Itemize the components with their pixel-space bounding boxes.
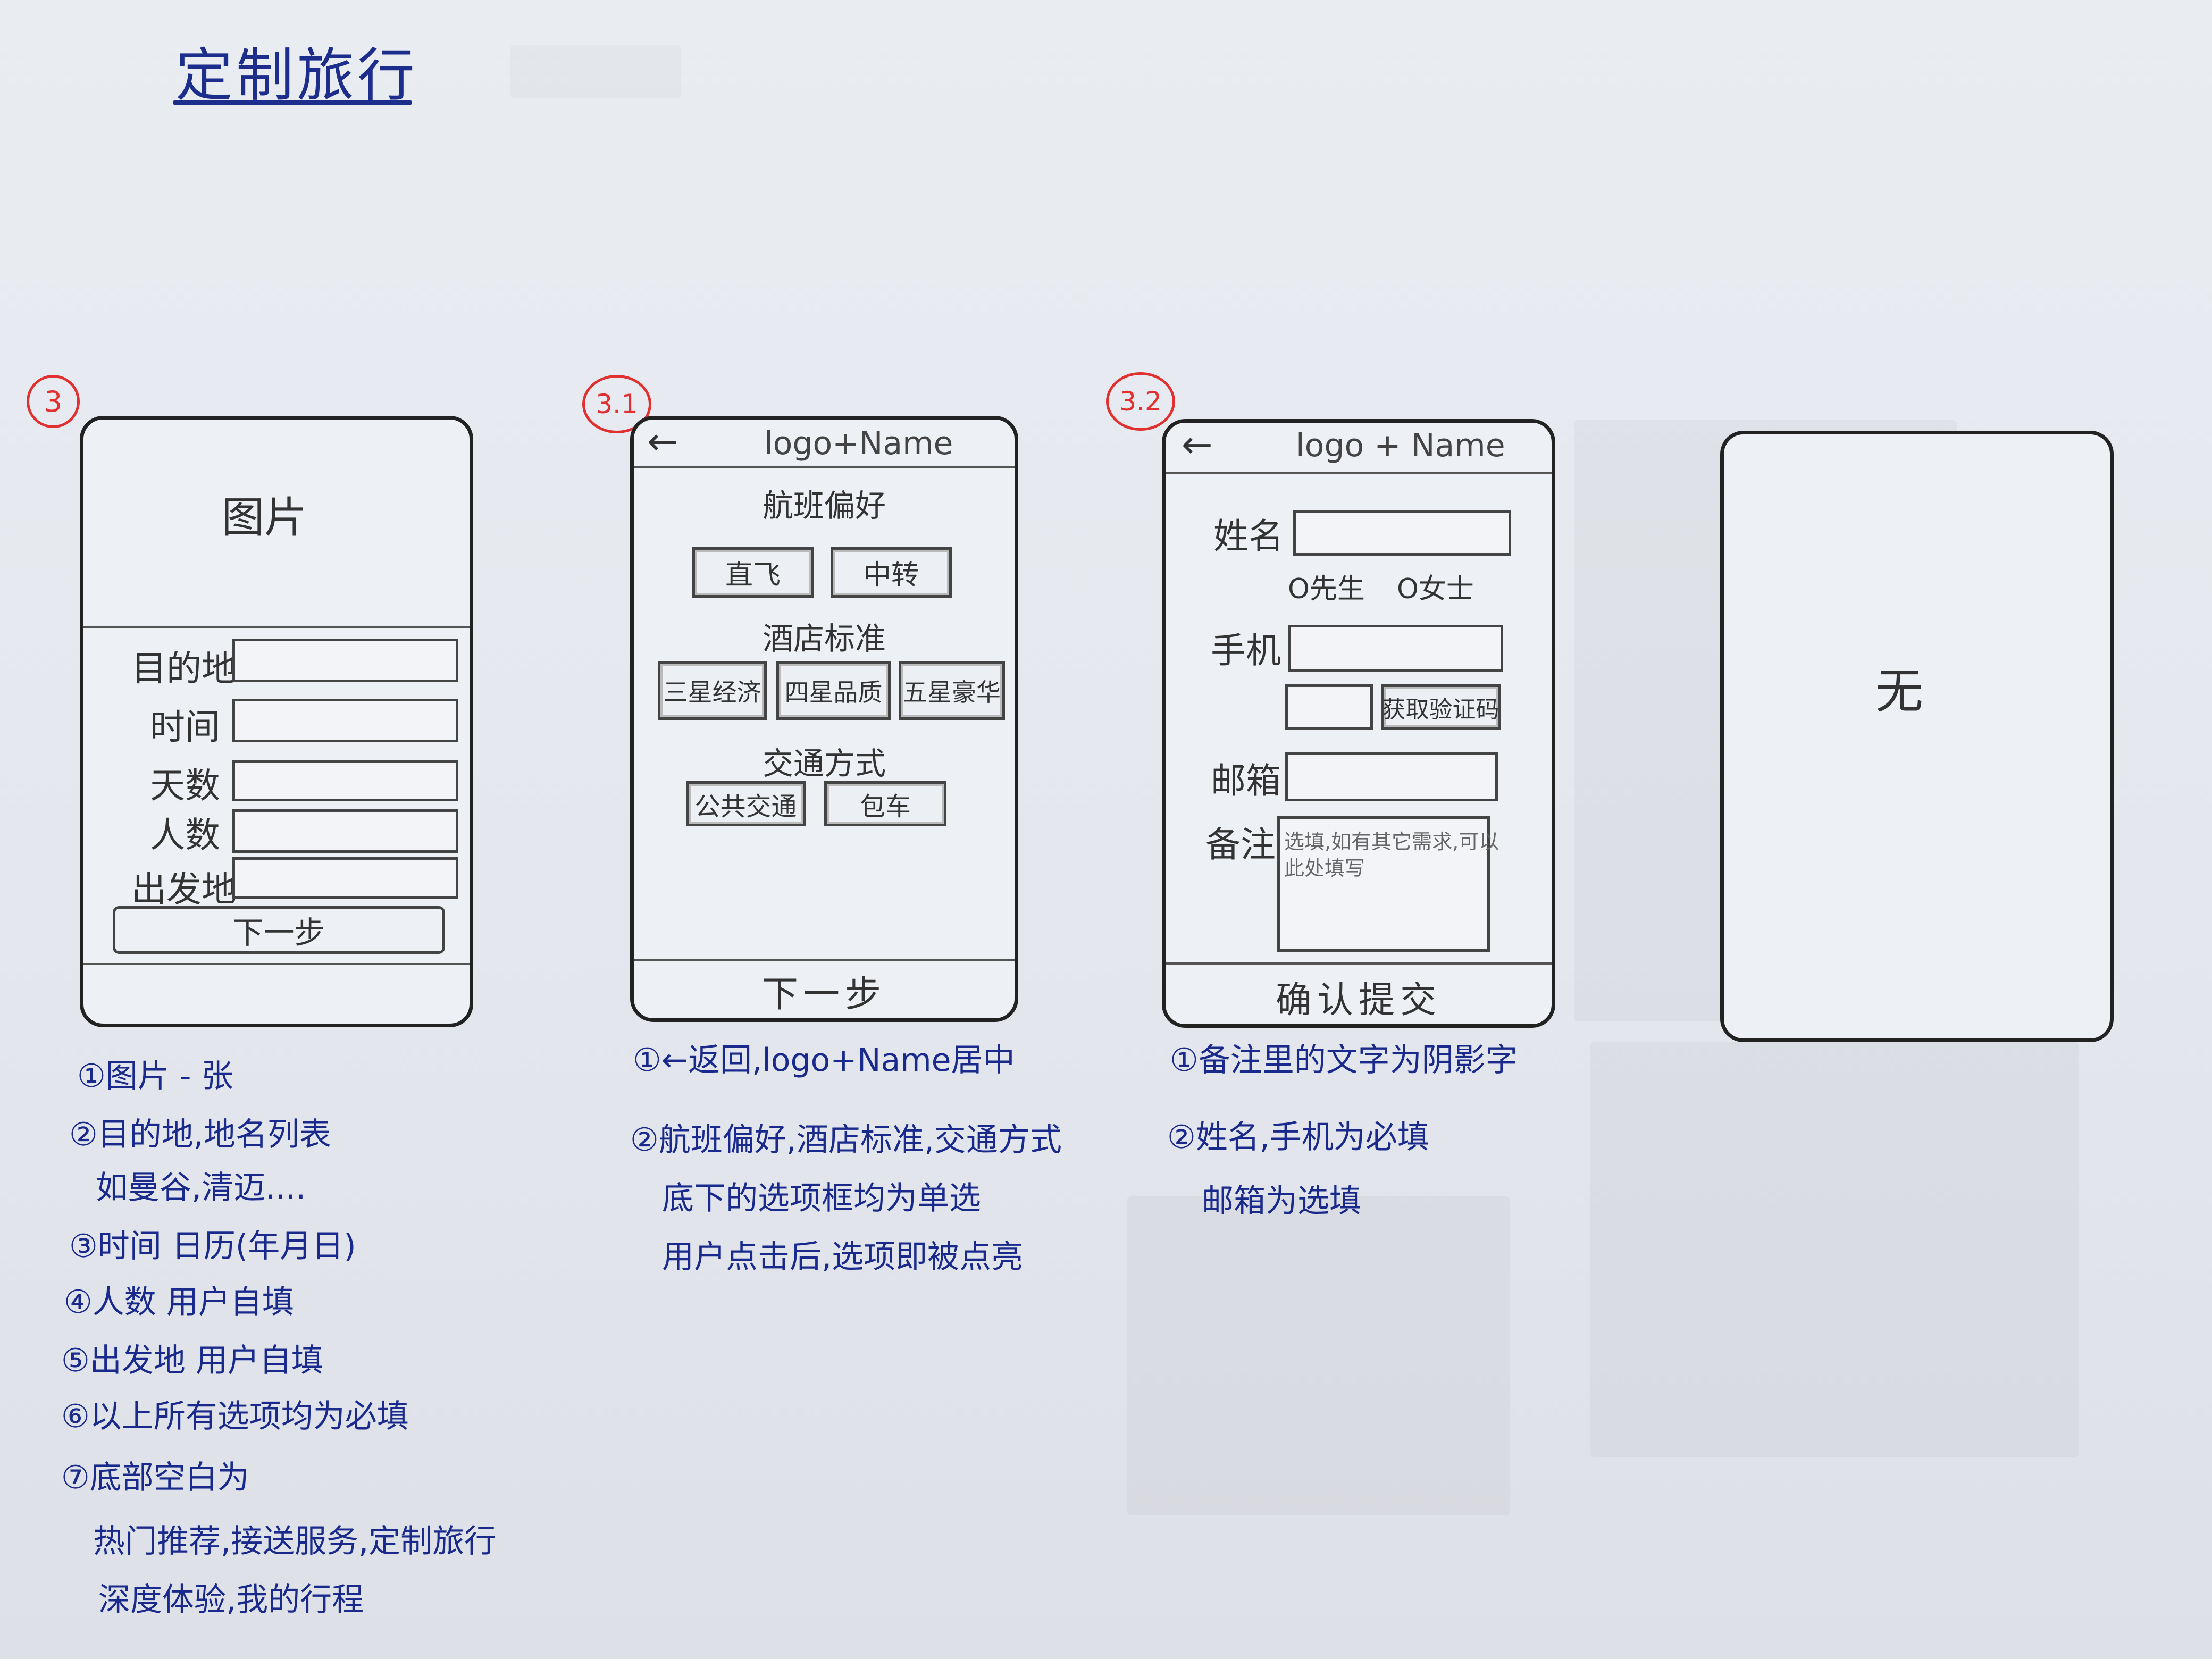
image-placeholder-label: 图片	[222, 493, 307, 542]
destination-input[interactable]	[232, 639, 458, 682]
note-s3-4: ③时间 日历(年月日)	[69, 1228, 356, 1265]
field-label-destination: 目的地	[131, 648, 237, 689]
people-input[interactable]	[232, 809, 458, 853]
phone-label: 手机	[1211, 630, 1281, 671]
field-label-days: 天数	[150, 765, 220, 806]
next-step-button[interactable]: 下一步	[113, 906, 445, 954]
option-4-star[interactable]: 四星品质	[776, 661, 891, 720]
email-input[interactable]	[1285, 752, 1498, 801]
hotel-standard-title: 酒店标准	[762, 621, 886, 657]
screen-4-phone: 无	[1720, 431, 2114, 1042]
note-s3-9: 热门推荐,接送服务,定制旅行	[93, 1523, 497, 1560]
option-5-star[interactable]: 五星豪华	[899, 661, 1005, 720]
note-s3-3: 如曼谷,清迈....	[96, 1169, 306, 1206]
bottom-divider	[1166, 962, 1552, 965]
back-arrow-icon[interactable]: ←	[647, 420, 678, 463]
ghost-title-mark	[510, 45, 681, 98]
email-label: 邮箱	[1211, 760, 1281, 801]
name-input[interactable]	[1293, 510, 1511, 556]
screen-3-2-phone: ← logo + Name 姓名 O先生 O女士 手机 获取验证码 邮箱 备注 …	[1162, 419, 1555, 1028]
note-s3-8: ⑦底部空白为	[61, 1459, 249, 1496]
note-s31-4: 用户点击后,选项即被点亮	[662, 1238, 1024, 1276]
remark-placeholder-1: 选填,如有其它需求,可以	[1284, 830, 1499, 853]
days-input[interactable]	[232, 760, 458, 801]
time-input[interactable]	[232, 699, 458, 742]
header-divider	[1166, 472, 1552, 474]
option-direct-flight[interactable]: 直飞	[692, 547, 814, 598]
option-3-star[interactable]: 三星经济	[658, 661, 767, 720]
confirm-submit-button[interactable]: 确认提交	[1166, 970, 1552, 1023]
bottom-divider	[83, 963, 470, 965]
departure-input[interactable]	[232, 857, 458, 899]
note-s31-2: ②航班偏好,酒店标准,交通方式	[630, 1121, 1062, 1159]
note-s3-2: ②目的地,地名列表	[69, 1116, 331, 1153]
header-logo-name: logo+Name	[764, 425, 953, 462]
phone-input[interactable]	[1288, 625, 1503, 672]
back-arrow-icon[interactable]: ←	[1182, 423, 1213, 466]
note-s3-10: 深度体验,我的行程	[98, 1581, 364, 1619]
option-public-transport[interactable]: 公共交通	[686, 781, 806, 826]
paper-ghost-notes-2	[1127, 1196, 1510, 1515]
paper-ghost-notes	[1590, 1042, 2079, 1457]
note-s3-7: ⑥以上所有选项均为必填	[61, 1398, 409, 1435]
option-chartered-car[interactable]: 包车	[824, 781, 946, 826]
header-logo-name: logo + Name	[1296, 427, 1505, 464]
note-s3-6: ⑤出发地 用户自填	[61, 1342, 323, 1379]
screen-3-number: 3	[27, 375, 80, 428]
remark-placeholder-2: 此处填写	[1284, 857, 1365, 880]
get-code-button[interactable]: 获取验证码	[1381, 684, 1501, 730]
flight-preference-title: 航班偏好	[762, 488, 886, 524]
remark-textarea[interactable]: 选填,如有其它需求,可以 此处填写	[1277, 816, 1499, 952]
gender-radio-male[interactable]: O先生	[1288, 566, 1365, 606]
field-label-time: 时间	[150, 707, 220, 748]
note-s32-1: ①备注里的文字为阴影字	[1170, 1042, 1518, 1079]
option-transfer[interactable]: 中转	[831, 547, 952, 598]
next-step-button[interactable]: 下一步	[634, 965, 1015, 1017]
gender-radio-female[interactable]: O女士	[1397, 566, 1474, 606]
note-s3-5: ④人数 用户自填	[64, 1284, 294, 1321]
note-s31-1: ①←返回,logo+Name居中	[633, 1042, 1015, 1079]
note-s31-3: 底下的选项框均为单选	[662, 1180, 981, 1217]
transport-title: 交通方式	[762, 745, 886, 782]
empty-content-label: 无	[1875, 664, 1923, 719]
screen-3-2-number: 3.2	[1106, 372, 1175, 431]
title-underline	[173, 100, 412, 105]
bottom-divider	[634, 959, 1015, 961]
screen-3-1-phone: ← logo+Name 航班偏好 直飞 中转 酒店标准 三星经济 四星品质 五星…	[630, 416, 1018, 1022]
note-s32-3: 邮箱为选填	[1202, 1183, 1361, 1220]
remark-label: 备注	[1205, 824, 1276, 865]
image-divider	[83, 626, 470, 628]
note-s3-1: ①图片 - 张	[77, 1058, 233, 1095]
note-s32-2: ②姓名,手机为必填	[1167, 1119, 1429, 1156]
field-label-people: 人数	[150, 815, 220, 856]
field-label-departure: 出发地	[131, 869, 237, 910]
verification-code-input[interactable]	[1285, 684, 1373, 730]
header-divider	[634, 466, 1015, 468]
name-label: 姓名	[1213, 516, 1284, 557]
screen-3-phone: 图片 目的地 时间 天数 人数 出发地 下一步	[80, 416, 473, 1027]
